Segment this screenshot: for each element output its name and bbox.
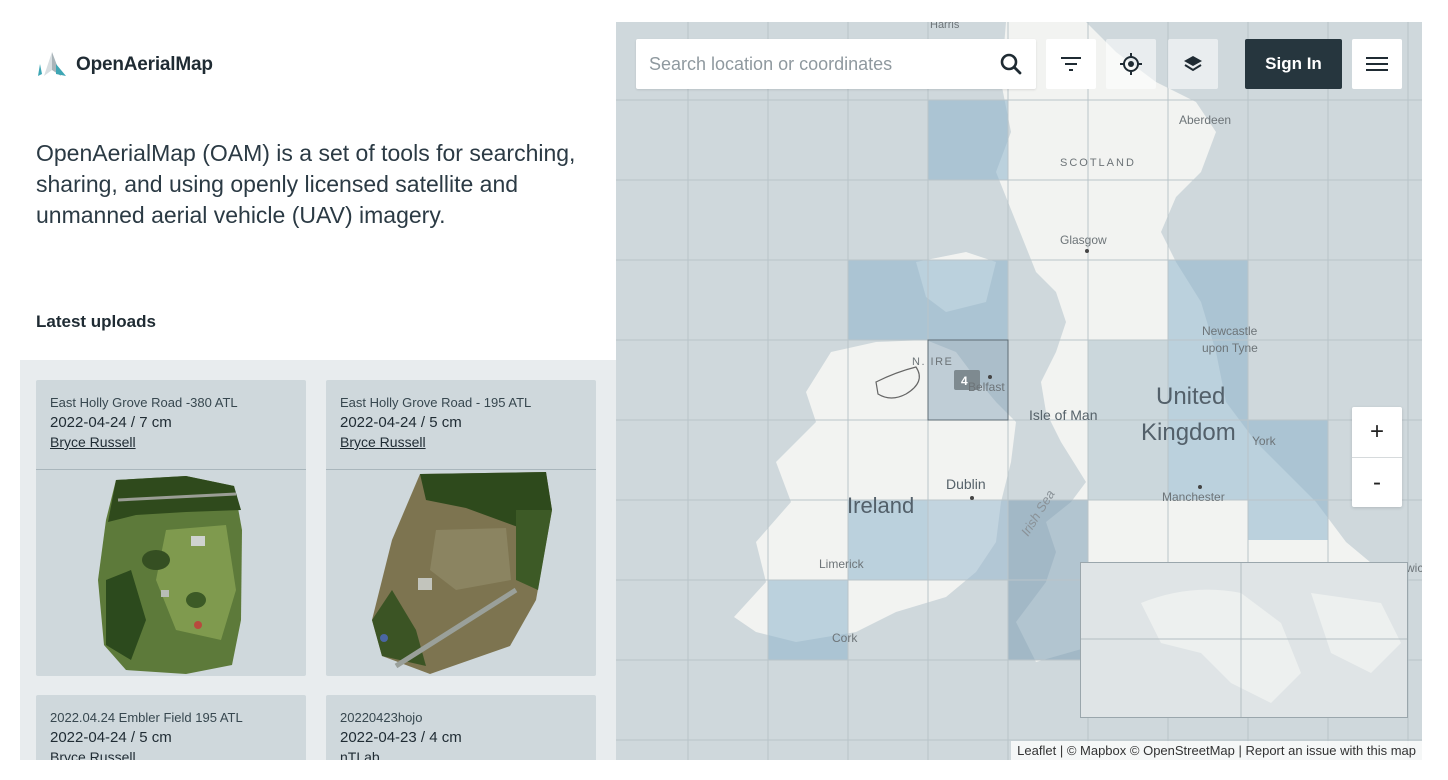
upload-thumbnail[interactable] <box>326 470 596 674</box>
map-label-york: York <box>1252 434 1277 448</box>
map-label-scotland: SCOTLAND <box>1060 157 1136 169</box>
crosshair-icon <box>1120 53 1142 75</box>
layers-icon <box>1184 56 1202 72</box>
brand-name: OpenAerialMap <box>76 54 213 75</box>
upload-date-resolution: 2022-04-24 / 5 cm <box>50 729 172 746</box>
attribution-osm-link[interactable]: OpenStreetMap <box>1143 743 1235 758</box>
map-label-united: United <box>1156 383 1225 410</box>
search-button[interactable] <box>986 39 1036 89</box>
oam-logo-icon <box>38 52 66 76</box>
locate-button[interactable] <box>1106 39 1156 89</box>
upload-meta: 20220423hojo 2022-04-23 / 4 cm nTLab <box>326 695 596 760</box>
filter-icon <box>1061 57 1081 71</box>
sidebar-panel: OpenAerialMap OpenAerialMap (OAM) is a s… <box>20 22 616 760</box>
intro-text: OpenAerialMap (OAM) is a set of tools fo… <box>36 140 576 228</box>
menu-button[interactable] <box>1352 39 1402 89</box>
report-issue-link[interactable]: Report an issue with this map <box>1245 743 1416 758</box>
upload-meta: East Holly Grove Road -380 ATL 2022-04-2… <box>36 380 306 470</box>
attribution-mapbox-link[interactable]: Mapbox <box>1080 743 1126 758</box>
upload-thumbnail[interactable] <box>36 470 306 674</box>
map-label-kingdom: Kingdom <box>1141 419 1236 446</box>
upload-title: East Holly Grove Road - 195 ATL <box>340 395 532 410</box>
upload-meta: 2022.04.24 Embler Field 195 ATL 2022-04-… <box>36 695 306 760</box>
map-label-n-ire: N. IRE <box>912 356 953 368</box>
zoom-control: + - <box>1352 407 1402 507</box>
map-attribution: Leaflet | © Mapbox © OpenStreetMap | Rep… <box>1011 741 1422 760</box>
upload-date-resolution: 2022-04-24 / 5 cm <box>340 414 462 431</box>
map-label-dublin: Dublin <box>946 476 986 492</box>
map-label-cork: Cork <box>832 631 858 645</box>
map-label-manchester: Manchester <box>1162 490 1225 504</box>
aerial-image-thumbnail <box>98 476 242 674</box>
search-icon <box>1000 53 1022 75</box>
upload-meta: East Holly Grove Road - 195 ATL 2022-04-… <box>326 380 596 470</box>
upload-title: 20220423hojo <box>340 710 423 725</box>
minimap-canvas <box>1081 563 1407 717</box>
zoom-in-button[interactable]: + <box>1352 407 1402 457</box>
upload-user-link[interactable]: Bryce Russell <box>50 434 292 450</box>
sign-in-button[interactable]: Sign In <box>1245 39 1342 89</box>
upload-card[interactable]: East Holly Grove Road - 195 ATL 2022-04-… <box>326 380 596 676</box>
map-label-harris: Harris <box>930 22 960 31</box>
upload-card[interactable]: 2022.04.24 Embler Field 195 ATL 2022-04-… <box>36 695 306 760</box>
map-label-newcastle: Newcastle <box>1202 324 1258 338</box>
map-label-isle-of-man: Isle of Man <box>1029 407 1097 423</box>
map-label-newcastle-2: upon Tyne <box>1202 341 1258 355</box>
cluster-count: 4 <box>961 374 968 388</box>
latest-uploads-heading: Latest uploads <box>36 312 156 331</box>
layers-button[interactable] <box>1168 39 1218 89</box>
upload-card[interactable]: East Holly Grove Road -380 ATL 2022-04-2… <box>36 380 306 676</box>
map-label-glasgow: Glasgow <box>1060 233 1107 247</box>
hamburger-menu-icon <box>1366 57 1388 71</box>
upload-title: 2022.04.24 Embler Field 195 ATL <box>50 710 243 725</box>
upload-date-resolution: 2022-04-24 / 7 cm <box>50 414 172 431</box>
upload-title: East Holly Grove Road -380 ATL <box>50 395 238 410</box>
search-input[interactable] <box>636 39 986 89</box>
map-label-ireland: Ireland <box>847 493 914 518</box>
attribution-separator: | <box>1234 743 1246 758</box>
attribution-leaflet-link[interactable]: Leaflet <box>1017 743 1056 758</box>
upload-user-link[interactable]: Bryce Russell <box>50 749 292 760</box>
attribution-separator: © <box>1126 743 1144 758</box>
upload-user-link[interactable]: nTLab <box>340 749 582 760</box>
upload-date-resolution: 2022-04-23 / 4 cm <box>340 729 462 746</box>
map-view[interactable]: Harris Aberdeen SCOTLAND Glasgow Newcast… <box>616 22 1422 760</box>
search-box[interactable] <box>636 39 1036 89</box>
upload-user-link[interactable]: Bryce Russell <box>340 434 582 450</box>
uploads-grid: East Holly Grove Road -380 ATL 2022-04-2… <box>20 360 616 760</box>
attribution-separator: | © <box>1056 743 1081 758</box>
filter-button[interactable] <box>1046 39 1096 89</box>
map-label-belfast: Belfast <box>968 380 1005 394</box>
overview-minimap[interactable] <box>1080 562 1408 718</box>
map-label-aberdeen: Aberdeen <box>1179 113 1231 127</box>
zoom-out-button[interactable]: - <box>1352 457 1402 507</box>
upload-card[interactable]: 20220423hojo 2022-04-23 / 4 cm nTLab <box>326 695 596 760</box>
aerial-image-thumbnail <box>372 472 552 674</box>
map-label-limerick: Limerick <box>819 557 865 571</box>
brand[interactable]: OpenAerialMap <box>36 50 213 80</box>
